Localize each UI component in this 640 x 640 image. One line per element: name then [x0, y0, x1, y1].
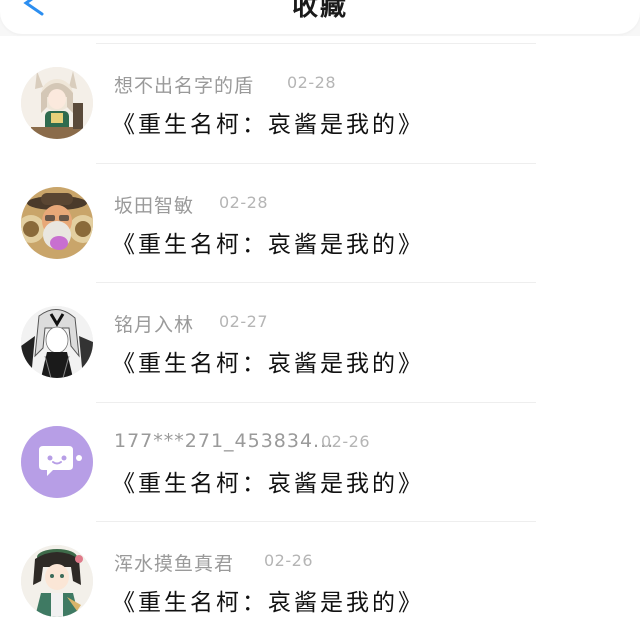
favorite-title[interactable]: 《重生名柯：哀酱是我的》: [112, 464, 424, 498]
list-item[interactable]: 坂田智敏 02-28 《重生名柯：哀酱是我的》: [0, 162, 640, 283]
avatar[interactable]: [21, 67, 93, 139]
date: 02-28: [219, 192, 268, 212]
header-bar: 收藏: [0, 0, 640, 36]
collection-page: 收藏 想不出名字的盾 02-28 《重生名柯：哀酱是我的》 坂田智敏 02-28…: [0, 0, 640, 640]
date: 02-27: [219, 312, 268, 331]
monochrome-anime-avatar-icon: [21, 306, 93, 378]
avatar[interactable]: [21, 306, 93, 378]
list-item[interactable]: 想不出名字的盾 02-28 《重生名柯：哀酱是我的》: [0, 43, 640, 163]
list-item[interactable]: 177***271_453834... 02-26 《重生名柯：哀酱是我的》: [0, 401, 640, 522]
username: 坂田智敏: [114, 194, 195, 217]
avatar[interactable]: [21, 545, 93, 617]
favorite-title[interactable]: 《重生名柯：哀酱是我的》: [112, 583, 424, 617]
anime-girl-avatar-icon: [21, 67, 93, 139]
default-chat-bubble-avatar-icon: [21, 425, 93, 498]
divider: [96, 43, 536, 44]
anime-boy-avatar-icon: [21, 545, 93, 617]
username: 想不出名字的盾: [114, 75, 255, 97]
avatar[interactable]: [21, 425, 93, 498]
favorite-title[interactable]: 《重生名柯：哀酱是我的》: [112, 344, 424, 378]
divider: [96, 521, 536, 522]
username: 浑水摸鱼真君: [114, 553, 235, 575]
page-title: 收藏: [291, 0, 348, 22]
divider: [96, 282, 536, 283]
username: 铭月入林: [114, 314, 195, 336]
favorite-title[interactable]: 《重生名柯：哀酱是我的》: [112, 225, 424, 259]
divider: [96, 162, 536, 164]
list-item[interactable]: 铭月入林 02-27 《重生名柯：哀酱是我的》: [0, 282, 640, 402]
divider: [96, 401, 536, 403]
man-with-hat-avatar-icon: [21, 186, 93, 259]
favorite-title[interactable]: 《重生名柯：哀酱是我的》: [112, 105, 424, 139]
favorites-list: 想不出名字的盾 02-28 《重生名柯：哀酱是我的》 坂田智敏 02-28 《重…: [0, 43, 640, 640]
date: 02-26: [321, 431, 370, 451]
date: 02-28: [287, 73, 336, 92]
username: 177***271_453834...: [114, 429, 335, 452]
avatar[interactable]: [21, 186, 93, 259]
date: 02-26: [264, 551, 313, 570]
list-item[interactable]: 浑水摸鱼真君 02-26 《重生名柯：哀酱是我的》: [0, 521, 640, 640]
